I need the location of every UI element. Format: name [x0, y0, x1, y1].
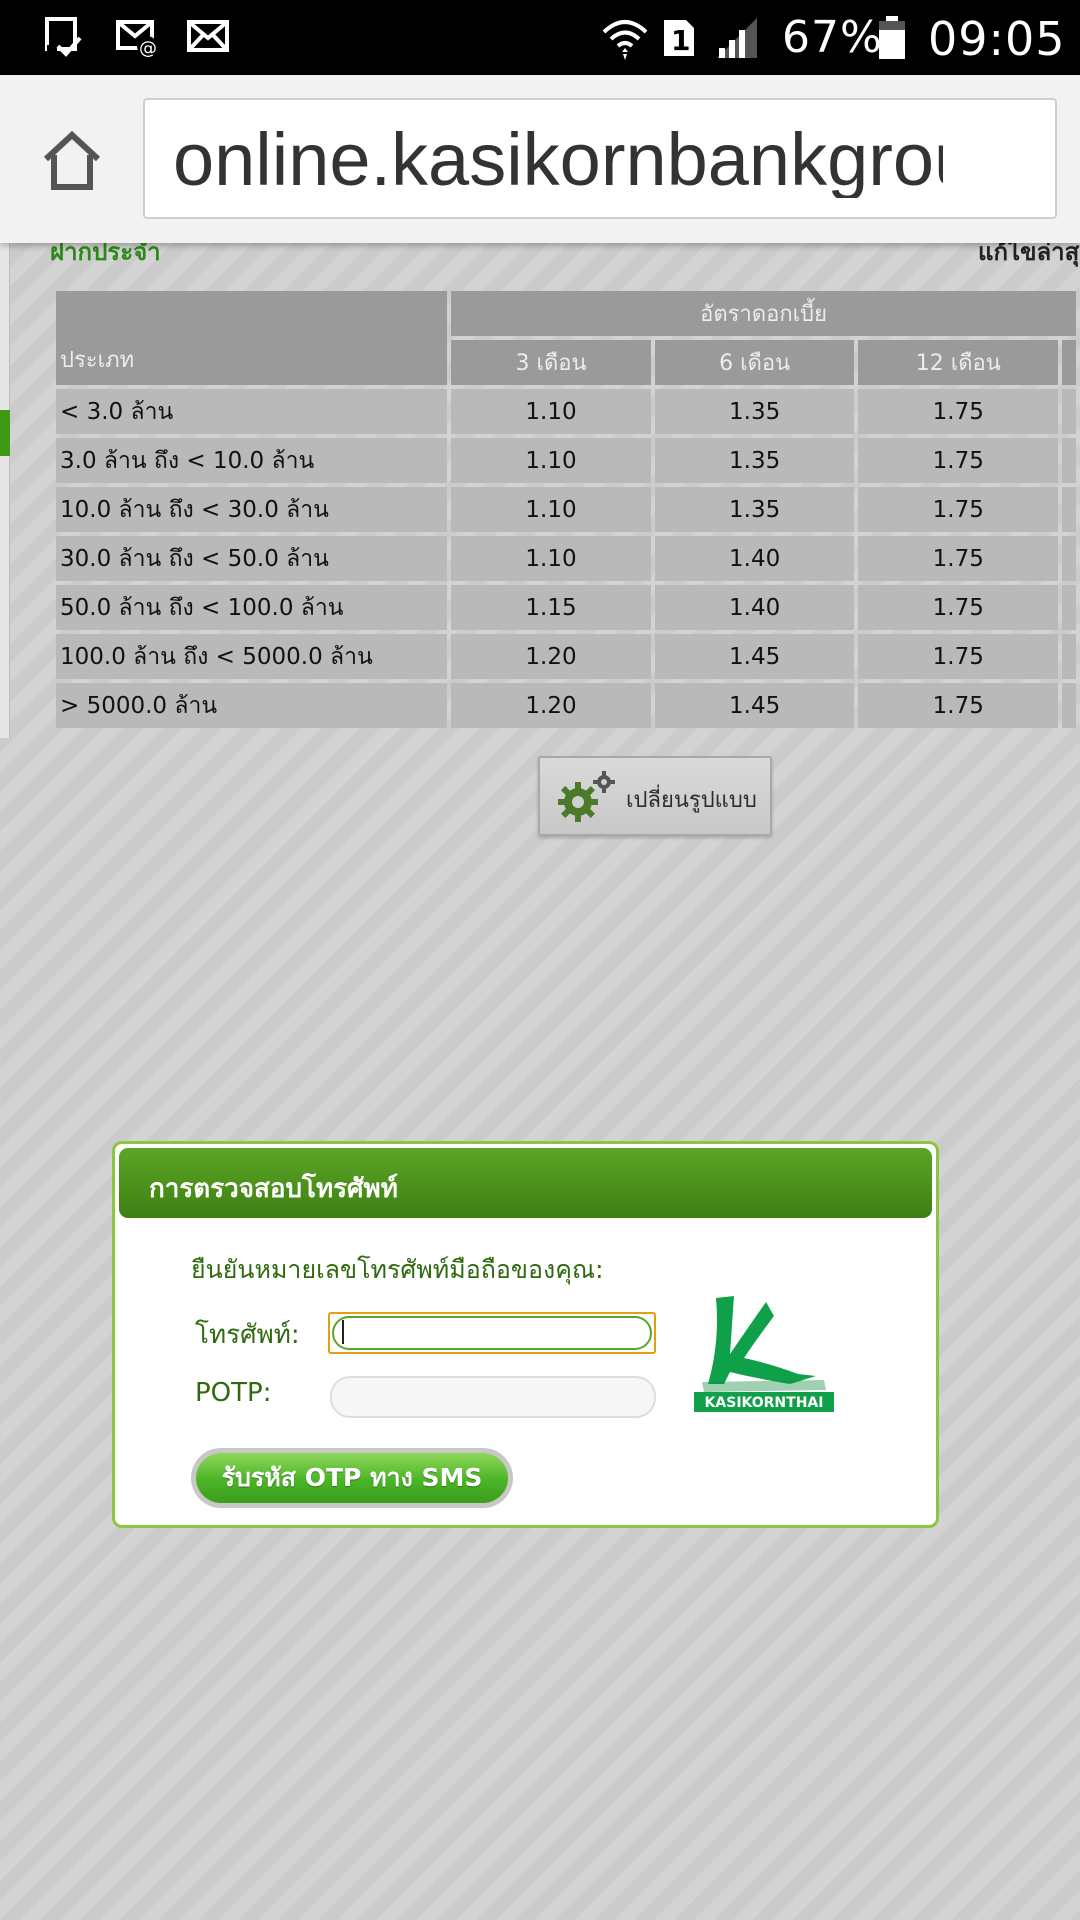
phone-input-field[interactable]: [332, 1316, 652, 1350]
rate-cell-overflow: [1062, 389, 1076, 434]
phone-input[interactable]: [328, 1312, 656, 1354]
mail-icon: [187, 20, 229, 52]
term-header: 6 เดือน: [654, 340, 855, 385]
rate-cell: 1.75: [858, 585, 1059, 630]
rate-cell-overflow: [1062, 536, 1076, 581]
change-format-button[interactable]: เปลี่ยนรูปแบบ: [538, 756, 772, 836]
dialog-title: การตรวจสอบโทรศัพท์: [119, 1148, 932, 1218]
potp-label: POTP:: [195, 1378, 272, 1408]
request-otp-label: รับรหัส OTP ทาง SMS: [196, 1453, 508, 1503]
rate-cell-overflow: [1062, 438, 1076, 483]
side-tab-active[interactable]: [0, 410, 10, 456]
kasikornthai-logo: KASIKORNTHAI: [694, 1296, 834, 1412]
table-row: 50.0 ล้าน ถึง < 100.0 ล้าน 1.15 1.40 1.7…: [56, 585, 1076, 630]
request-otp-button[interactable]: รับรหัส OTP ทาง SMS: [191, 1448, 513, 1508]
svg-text:1: 1: [671, 24, 690, 57]
rate-cell: 1.75: [858, 438, 1059, 483]
rate-cell: 1.45: [654, 634, 855, 679]
sim-icon: 1: [664, 20, 694, 57]
rate-cell: 1.10: [451, 438, 651, 483]
status-bar: @ 1 67% 09:05: [0, 0, 1080, 75]
phone-verification-dialog: การตรวจสอบโทรศัพท์ ยืนยันหมายเลขโทรศัพท์…: [112, 1141, 939, 1528]
rate-cell: 1.35: [654, 487, 855, 532]
table-row: 3.0 ล้าน ถึง < 10.0 ล้าน 1.10 1.35 1.75: [56, 438, 1076, 483]
term-header-overflow: [1062, 340, 1076, 385]
battery-percent: 67%: [782, 12, 883, 63]
email-icon: @: [116, 20, 157, 58]
potp-input[interactable]: [330, 1376, 656, 1418]
interest-rate-table: ประเภท อัตราดอกเบี้ย 3 เดือน 6 เดือน 12 …: [52, 287, 1080, 732]
gear-icon: [558, 771, 615, 822]
row-type: 100.0 ล้าน ถึง < 5000.0 ล้าน: [56, 634, 448, 679]
rate-cell-overflow: [1062, 634, 1076, 679]
svg-text:@: @: [139, 38, 157, 58]
row-type: < 3.0 ล้าน: [56, 389, 448, 434]
rate-header: อัตราดอกเบี้ย: [451, 291, 1076, 336]
address-bar[interactable]: online.kasikornbankgroup.com: [143, 98, 1057, 219]
rate-cell: 1.20: [451, 634, 651, 679]
table-row: > 5000.0 ล้าน 1.20 1.45 1.75: [56, 683, 1076, 728]
browser-toolbar: online.kasikornbankgroup.com: [0, 75, 1080, 243]
rate-cell: 1.35: [654, 389, 855, 434]
text-caret: [342, 1320, 344, 1344]
rate-cell-overflow: [1062, 683, 1076, 728]
table-row: 10.0 ล้าน ถึง < 30.0 ล้าน 1.10 1.35 1.75: [56, 487, 1076, 532]
rate-cell: 1.45: [654, 683, 855, 728]
rate-cell: 1.75: [858, 634, 1059, 679]
rate-cell: 1.40: [654, 536, 855, 581]
rate-cell: 1.40: [654, 585, 855, 630]
rate-cell: 1.35: [654, 438, 855, 483]
rate-cell: 1.75: [858, 536, 1059, 581]
signal-icon: [717, 18, 757, 58]
row-type: > 5000.0 ล้าน: [56, 683, 448, 728]
rate-cell: 1.15: [451, 585, 651, 630]
row-type: 3.0 ล้าน ถึง < 10.0 ล้าน: [56, 438, 448, 483]
change-format-label: เปลี่ยนรูปแบบ: [626, 788, 757, 813]
rate-cell-overflow: [1062, 585, 1076, 630]
table-row: 30.0 ล้าน ถึง < 50.0 ล้าน 1.10 1.40 1.75: [56, 536, 1076, 581]
rate-cell: 1.10: [451, 389, 651, 434]
side-tab-strip: [0, 243, 10, 738]
rate-cell: 1.10: [451, 487, 651, 532]
row-type: 50.0 ล้าน ถึง < 100.0 ล้าน: [56, 585, 448, 630]
phone-label: โทรศัพท์:: [195, 1320, 300, 1350]
row-type: 30.0 ล้าน ถึง < 50.0 ล้าน: [56, 536, 448, 581]
clock: 09:05: [928, 12, 1066, 66]
dialog-prompt: ยืนยันหมายเลขโทรศัพท์มือถือของคุณ:: [191, 1255, 604, 1284]
rate-cell-overflow: [1062, 487, 1076, 532]
table-row: 100.0 ล้าน ถึง < 5000.0 ล้าน 1.20 1.45 1…: [56, 634, 1076, 679]
rate-cell: 1.75: [858, 389, 1059, 434]
table-row: < 3.0 ล้าน 1.10 1.35 1.75: [56, 389, 1076, 434]
url-text[interactable]: online.kasikornbankgroup.com: [173, 122, 943, 198]
row-type: 10.0 ล้าน ถึง < 30.0 ล้าน: [56, 487, 448, 532]
term-header: 12 เดือน: [858, 340, 1059, 385]
term-header: 3 เดือน: [451, 340, 651, 385]
rate-cell: 1.75: [858, 683, 1059, 728]
rate-cell: 1.10: [451, 536, 651, 581]
rate-cell: 1.75: [858, 487, 1059, 532]
home-icon[interactable]: [36, 125, 108, 197]
rate-cell: 1.20: [451, 683, 651, 728]
svg-text:KASIKORNTHAI: KASIKORNTHAI: [705, 1395, 824, 1411]
screenshot-notification-icon: [45, 17, 82, 57]
type-header: ประเภท: [56, 291, 448, 385]
wifi-icon: [602, 20, 648, 60]
battery-icon: [879, 16, 905, 59]
